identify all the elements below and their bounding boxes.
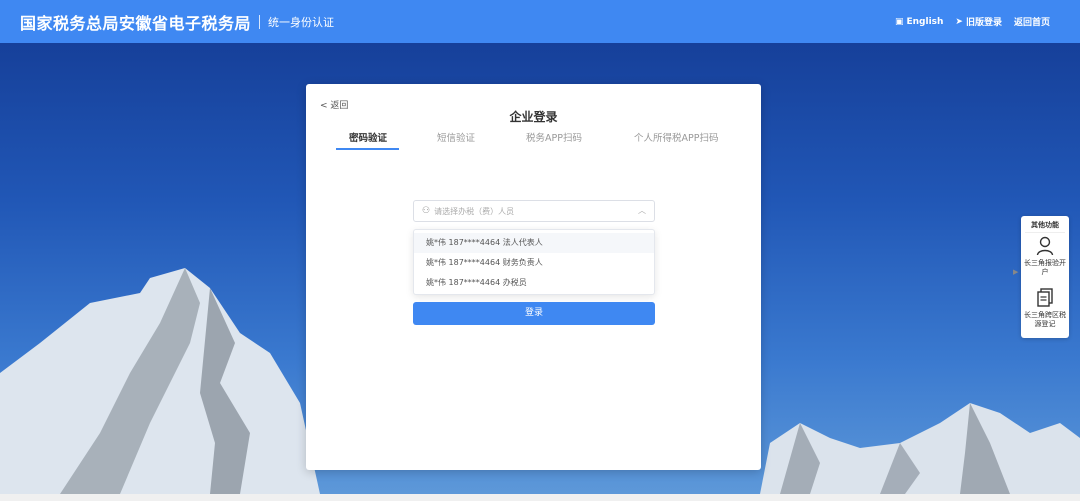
person-icon: [1036, 236, 1054, 256]
language-icon: ▣: [894, 16, 904, 27]
tab-tax-app-scan[interactable]: 税务APP扫码: [526, 130, 582, 152]
yrd-account-opening[interactable]: 长三角报验开户: [1021, 236, 1069, 277]
tab-sms[interactable]: 短信验证: [437, 130, 475, 152]
browser-status-bar: [0, 494, 1080, 501]
english-link[interactable]: ▣ English: [895, 17, 943, 27]
document-icon: [1037, 288, 1053, 307]
taxpayer-dropdown: 姚*伟 187****4464 法人代表人 姚*伟 187****4464 财务…: [413, 229, 655, 295]
english-label: English: [906, 16, 944, 27]
send-icon: ➤: [955, 16, 963, 27]
yrd-tax-registration[interactable]: 长三角跨区税源登记: [1021, 288, 1069, 329]
chevron-up-icon: ︿: [638, 206, 646, 215]
header-divider: [259, 14, 261, 29]
dropdown-option[interactable]: 姚*伟 187****4464 财务负责人: [414, 253, 654, 273]
yrd-account-opening-label: 长三角报验开户: [1024, 259, 1066, 276]
user-icon: ⚇: [422, 206, 431, 216]
panel-divider: [1025, 232, 1065, 233]
yrd-tax-registration-label: 长三角跨区税源登记: [1024, 311, 1066, 328]
panel-toggle-arrow[interactable]: ▶: [1013, 268, 1021, 282]
active-tab-underline: [336, 148, 399, 150]
header-links: ▣ English ➤ 旧版登录 返回首页: [895, 0, 1050, 43]
old-login-link[interactable]: ➤ 旧版登录: [955, 15, 1002, 29]
login-tabs: 密码验证 短信验证 税务APP扫码 个人所得税APP扫码: [336, 130, 736, 152]
login-card: < 返回 企业登录 密码验证 短信验证 税务APP扫码 个人所得税APP扫码 ⚇…: [306, 84, 761, 470]
other-functions-panel: 其他功能 长三角报验开户 长三角跨区税源登记: [1021, 216, 1069, 338]
panel-title: 其他功能: [1031, 221, 1059, 229]
old-login-label: 旧版登录: [965, 18, 1002, 28]
login-button[interactable]: 登录: [413, 302, 655, 325]
dropdown-option[interactable]: 姚*伟 187****4464 办税员: [414, 273, 654, 293]
taxpayer-select[interactable]: ⚇ 请选择办税（费）人员 ︿: [413, 200, 655, 222]
home-link[interactable]: 返回首页: [1014, 15, 1050, 28]
card-title: 企业登录: [509, 110, 558, 124]
tab-iit-app-scan[interactable]: 个人所得税APP扫码: [634, 130, 718, 152]
brand-title: 国家税务总局安徽省电子税务局: [20, 13, 252, 33]
dropdown-option[interactable]: 姚*伟 187****4464 法人代表人: [414, 233, 654, 253]
home-label: 返回首页: [1013, 18, 1050, 28]
top-header: 国家税务总局安徽省电子税务局 统一身份认证 ▣ English ➤ 旧版登录 返…: [0, 0, 1080, 43]
header-subtitle: 统一身份认证: [268, 15, 335, 29]
select-placeholder: 请选择办税（费）人员: [434, 206, 515, 216]
